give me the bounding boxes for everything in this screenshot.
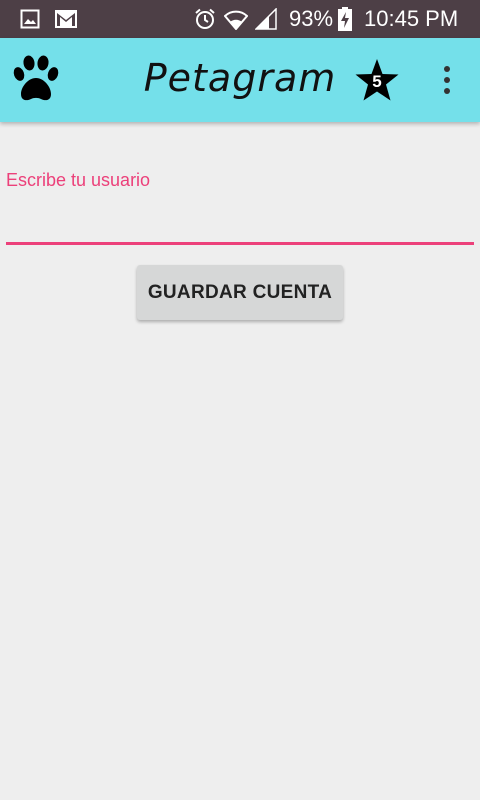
- favorites-button[interactable]: 5: [354, 58, 400, 102]
- username-input[interactable]: [6, 200, 474, 245]
- alarm-icon: [193, 0, 217, 38]
- wifi-icon: [224, 0, 248, 38]
- save-account-button[interactable]: GUARDAR CUENTA: [137, 265, 343, 320]
- clock: 10:45 PM: [364, 6, 459, 31]
- favorites-count: 5: [372, 72, 382, 91]
- battery-percent: 93%: [289, 6, 334, 31]
- gallery-icon: [18, 0, 42, 38]
- battery-charging-icon: [337, 0, 353, 38]
- app-bar: Petagram 5: [0, 38, 480, 122]
- gmail-icon: [54, 0, 78, 38]
- app-title: Petagram: [143, 56, 337, 100]
- signal-icon: [254, 0, 278, 38]
- username-label: Escribe tu usuario: [6, 170, 151, 190]
- status-bar: 93% 10:45 PM: [0, 0, 480, 38]
- overflow-menu-icon[interactable]: [430, 60, 464, 100]
